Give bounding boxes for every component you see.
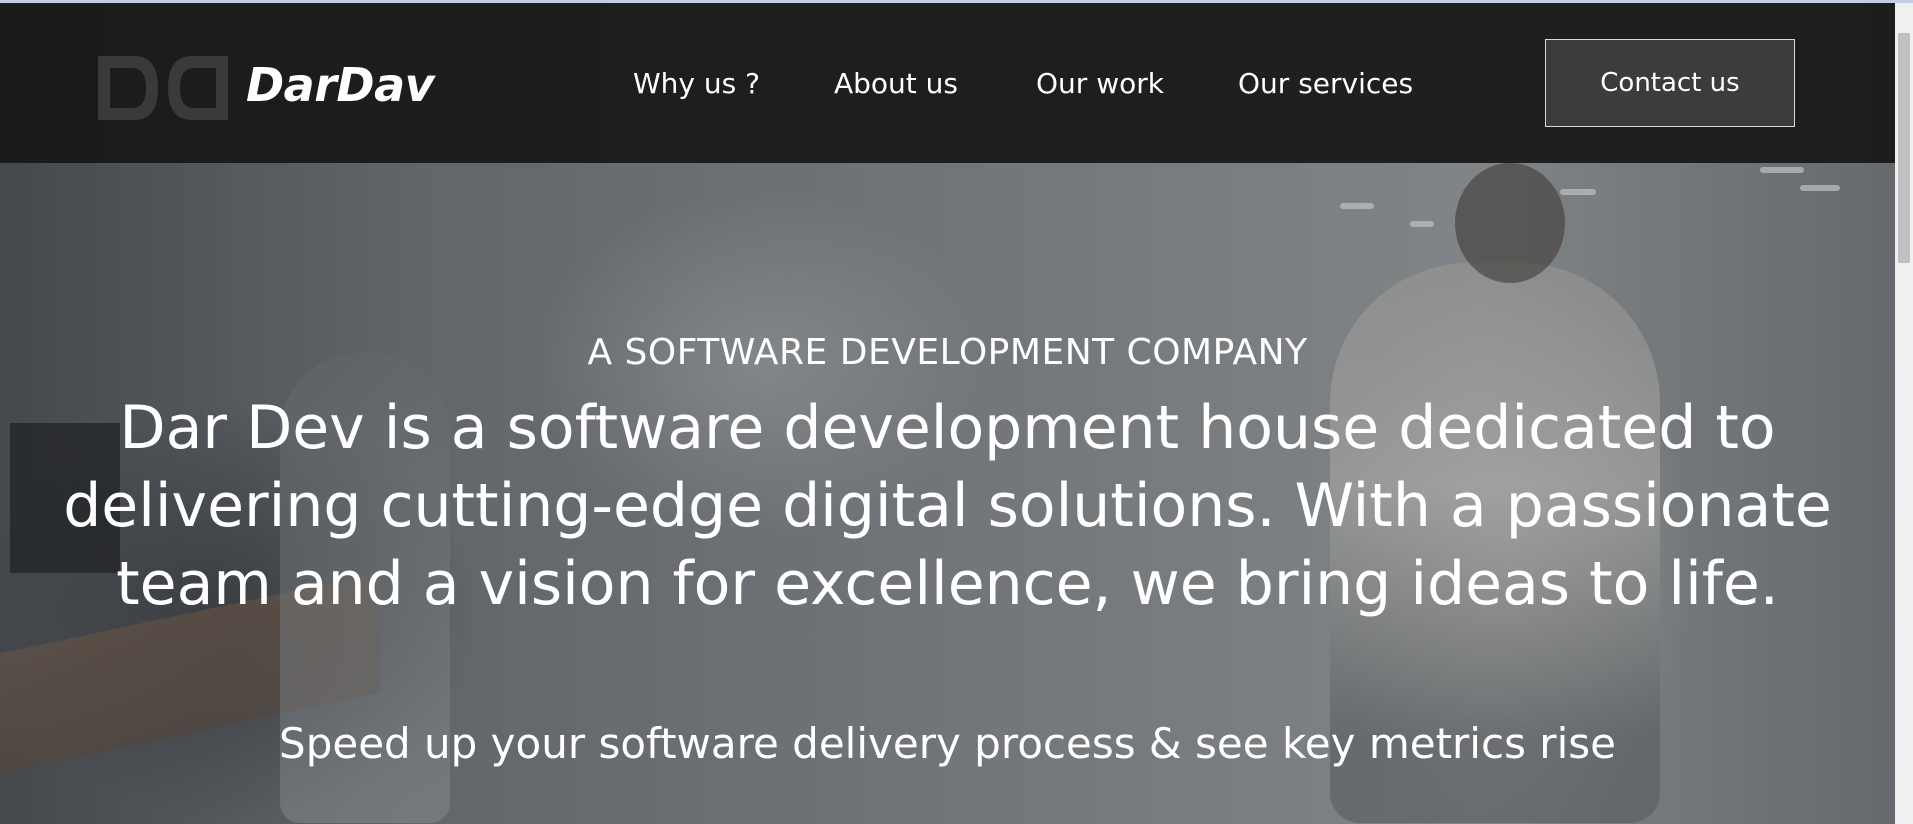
hero-headline: Dar Dev is a software development house …: [63, 393, 1832, 619]
brand-name[interactable]: DarDav: [246, 55, 435, 115]
nav-item-why-us[interactable]: Why us ?: [633, 63, 760, 105]
site-header: DarDav Why us ? About us Our work Our se…: [0, 3, 1895, 163]
hero-eyebrow: A SOFTWARE DEVELOPMENT COMPANY: [587, 332, 1308, 373]
scrollbar-thumb[interactable]: [1898, 33, 1910, 263]
dd-monogram-logo-icon[interactable]: [96, 54, 230, 122]
hero-subline: Speed up your software delivery process …: [279, 719, 1616, 768]
page-scrollbar[interactable]: [1895, 3, 1913, 824]
nav-item-our-services[interactable]: Our services: [1238, 63, 1413, 105]
nav-item-our-work[interactable]: Our work: [1036, 63, 1164, 105]
contact-us-button[interactable]: Contact us: [1545, 39, 1795, 127]
nav-item-about-us[interactable]: About us: [834, 63, 958, 105]
